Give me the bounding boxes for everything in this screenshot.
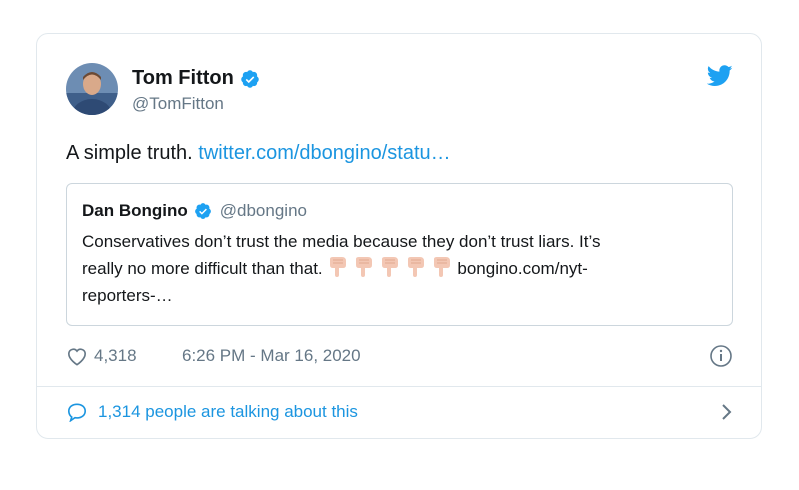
tweet-header: Tom Fitton @TomFitton [66,63,733,123]
pointing-down-emoji-icon [379,256,401,278]
quoted-text-line: Conservatives don’t trust the media beca… [82,232,601,251]
quoted-tweet-text: Conservatives don’t trust the media beca… [82,228,720,309]
quoted-tweet[interactable]: Dan Bongino @dbongino Conservatives don’… [66,183,733,326]
quoted-link-segment: bongino.com/nyt- [457,259,588,278]
heart-icon[interactable] [66,346,88,366]
comment-bubble-icon [66,402,88,423]
verified-badge-icon [240,69,260,89]
pointing-down-emoji-icon [405,256,427,278]
tweet-timestamp[interactable]: 6:26 PM - Mar 16, 2020 [182,346,361,366]
tweet-meta: 4,318 6:26 PM - Mar 16, 2020 [66,344,733,370]
tweet-body: A simple truth. [66,142,199,164]
conversation-footer[interactable]: 1,314 people are talking about this [66,398,733,426]
author-avatar[interactable] [66,63,118,115]
author-name[interactable]: Tom Fitton [132,67,234,90]
author-handle[interactable]: @TomFitton [132,94,224,114]
pointing-down-emoji-icon [431,256,453,278]
pointing-down-emoji-icon [353,256,375,278]
info-icon[interactable] [709,344,733,368]
pointing-down-emoji-icon [327,256,349,278]
quoted-text-segment: really no more difficult than that. [82,259,328,278]
emoji-row [327,256,457,278]
verified-badge-icon [194,202,212,220]
divider [37,386,761,387]
embedded-tweet-card: Tom Fitton @TomFitton A simple truth. tw… [36,33,762,439]
quoted-author-name: Dan Bongino [82,201,188,220]
quoted-tweet-header: Dan Bongino @dbongino [82,201,307,221]
author-name-row: Tom Fitton [132,67,260,90]
twitter-bird-icon[interactable] [706,65,733,87]
quoted-text-line: really no more difficult than that. bong… [82,255,720,282]
tweet-link[interactable]: twitter.com/dbongino/statu… [198,142,450,164]
chevron-right-icon[interactable] [719,403,733,421]
tweet-text: A simple truth. twitter.com/dbongino/sta… [66,142,451,165]
quoted-text-line: reporters-… [82,286,173,305]
conversation-count-link[interactable]: 1,314 people are talking about this [98,402,358,422]
quoted-author-handle: @dbongino [219,201,307,220]
like-count[interactable]: 4,318 [94,346,137,366]
